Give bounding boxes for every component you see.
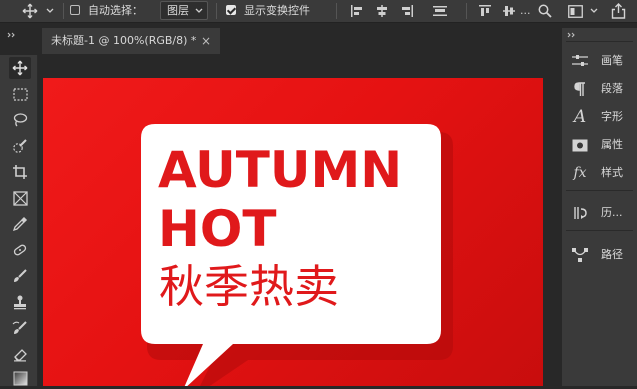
quick-select-icon: [13, 139, 27, 153]
frame-tool[interactable]: [9, 187, 31, 209]
more-options[interactable]: ...: [520, 0, 531, 22]
chevron-down-icon[interactable]: [44, 4, 56, 18]
speech-bubble: [141, 124, 453, 386]
gradient-icon: [13, 371, 27, 385]
headline-line2: HOT: [158, 200, 277, 258]
brush-tool[interactable]: [9, 265, 31, 287]
panel-label-paragraph: 段落: [601, 82, 623, 95]
subtitle: 秋季热卖: [159, 260, 340, 313]
panel-brush-settings[interactable]: 画笔: [562, 48, 637, 74]
move-tool-preset-icon[interactable]: [18, 2, 42, 20]
eraser-tool[interactable]: [9, 343, 31, 365]
stamp-icon: [14, 295, 26, 310]
panel-history[interactable]: 历...: [562, 200, 637, 226]
panel-label-properties: 属性: [601, 138, 623, 151]
align-right-icon[interactable]: [398, 2, 416, 20]
eraser-icon: [14, 349, 27, 362]
bandage-icon: [13, 244, 27, 256]
show-transform-label: 显示变换控件: [244, 4, 310, 17]
eyedropper-tool[interactable]: [9, 213, 31, 235]
panel-styles[interactable]: fx 样式: [562, 160, 637, 186]
history-brush-tool[interactable]: [9, 317, 31, 339]
show-transform-checkbox[interactable]: [226, 5, 236, 15]
headline-line1: AUTUMN: [158, 141, 403, 199]
clone-stamp-tool[interactable]: [9, 291, 31, 313]
panel-label-paths: 路径: [601, 248, 623, 261]
auto-select-checkbox[interactable]: [70, 5, 80, 15]
chevron-down-icon[interactable]: [588, 4, 600, 18]
panel-label-glyphs: 字形: [601, 110, 623, 123]
document-canvas[interactable]: AUTUMN HOT 秋季热卖: [43, 78, 543, 386]
styles-icon: fx: [573, 165, 587, 181]
history-brush-icon: [12, 321, 27, 334]
lasso-icon: [13, 113, 28, 127]
search-icon[interactable]: [536, 2, 554, 20]
crop-icon: [13, 165, 27, 179]
panel-glyphs[interactable]: A 字形: [562, 104, 637, 130]
history-icon: [570, 203, 590, 223]
align-top-icon[interactable]: [476, 2, 494, 20]
move-icon: [12, 60, 28, 76]
distribute-horizontal-icon[interactable]: [430, 2, 450, 20]
move-tool[interactable]: [9, 57, 31, 79]
tools-panel: [0, 55, 38, 386]
workspace-icon[interactable]: [566, 2, 584, 20]
brush-settings-icon: [570, 51, 590, 71]
panel-label-brush: 画笔: [601, 54, 623, 67]
paragraph-icon: [570, 79, 590, 99]
panel-paths[interactable]: 路径: [562, 242, 637, 268]
share-icon[interactable]: [608, 1, 628, 21]
panel-label-styles: 样式: [601, 166, 623, 179]
close-icon[interactable]: ×: [201, 28, 211, 54]
panel-label-history: 历...: [601, 206, 623, 219]
document-tab[interactable]: 未标题-1 @ 100%(RGB/8) * ×: [42, 28, 220, 54]
document-tab-title: 未标题-1 @ 100%(RGB/8) *: [51, 34, 197, 47]
paths-icon: [570, 245, 590, 265]
panel-properties[interactable]: 属性: [562, 132, 637, 158]
collapse-panels-icon[interactable]: [565, 30, 577, 40]
marquee-icon: [12, 87, 28, 101]
collapse-toolbar-icon[interactable]: [5, 30, 17, 40]
brush-icon: [14, 269, 27, 282]
glyph-icon: A: [573, 107, 587, 127]
crop-tool[interactable]: [9, 161, 31, 183]
quick-select-tool[interactable]: [9, 135, 31, 157]
lasso-tool[interactable]: [9, 109, 31, 131]
healing-brush-tool[interactable]: [9, 239, 31, 261]
panel-paragraph[interactable]: 段落: [562, 76, 637, 102]
auto-select-label: 自动选择：: [88, 4, 143, 17]
options-bar: 自动选择： 图层 显示变换控件 ...: [0, 0, 637, 23]
frame-icon: [12, 190, 28, 206]
marquee-tool[interactable]: [9, 83, 31, 105]
align-horizontal-center-icon[interactable]: [373, 2, 391, 20]
auto-select-target-dropdown[interactable]: 图层: [160, 1, 208, 20]
properties-icon: [570, 135, 590, 155]
eyedropper-icon: [12, 216, 28, 232]
align-vertical-center-icon[interactable]: [500, 2, 518, 20]
chevron-down-icon: [195, 8, 203, 13]
align-left-icon[interactable]: [348, 2, 366, 20]
auto-select-target-value: 图层: [167, 4, 189, 17]
panel-dock: 画笔 段落 A 字形 属性 fx 样式 历... 路径: [562, 28, 637, 386]
